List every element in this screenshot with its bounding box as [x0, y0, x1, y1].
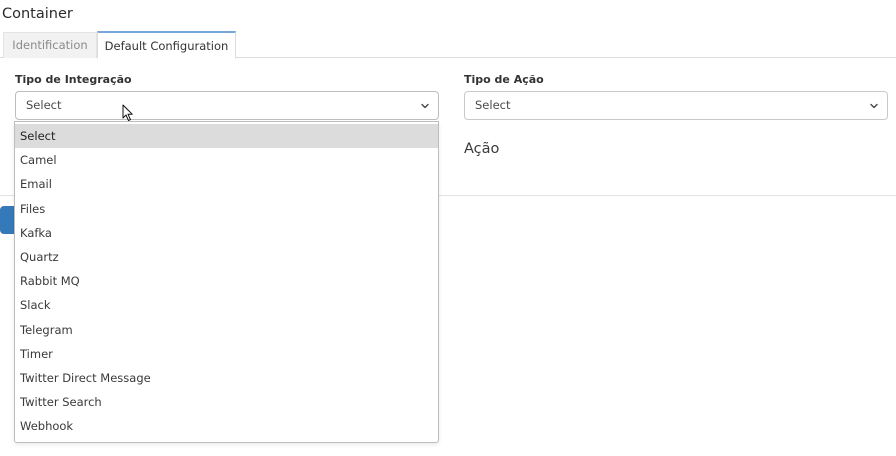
- dropdown-option[interactable]: Telegram: [15, 318, 438, 342]
- dropdown-option[interactable]: Select: [15, 124, 438, 149]
- tipo-acao-select[interactable]: Select: [464, 91, 888, 120]
- dropdown-option[interactable]: Rabbit MQ: [15, 269, 438, 293]
- dropdown-option[interactable]: Kafka: [15, 221, 438, 245]
- tipo-integracao-select-value: Select: [26, 98, 62, 112]
- tipo-acao-select-value: Select: [475, 98, 511, 112]
- tab-identification[interactable]: Identification: [3, 32, 97, 58]
- dropdown-option[interactable]: Twitter Direct Message: [15, 366, 438, 390]
- dropdown-option[interactable]: Timer: [15, 342, 438, 366]
- tab-default-configuration[interactable]: Default Configuration: [97, 31, 236, 59]
- tipo-integracao-label: Tipo de Integração: [15, 73, 132, 86]
- dropdown-option[interactable]: Webhook: [15, 414, 438, 438]
- page-title: Container: [2, 6, 73, 22]
- tab-bar: Identification Default Configuration: [0, 30, 896, 59]
- tipo-integracao-select[interactable]: Select: [15, 91, 439, 120]
- dropdown-option[interactable]: Quartz: [15, 245, 438, 269]
- tipo-acao-label: Tipo de Ação: [464, 73, 544, 86]
- dropdown-option[interactable]: Files: [15, 197, 438, 221]
- mouse-cursor-icon: [122, 104, 133, 121]
- dropdown-option[interactable]: Twitter Search: [15, 390, 438, 414]
- dropdown-option[interactable]: Slack: [15, 293, 438, 317]
- chevron-down-icon: [870, 103, 878, 109]
- dropdown-option[interactable]: Camel: [15, 148, 438, 172]
- chevron-down-icon: [421, 103, 429, 109]
- dropdown-option[interactable]: Email: [15, 172, 438, 196]
- tipo-integracao-dropdown-list[interactable]: Select Camel Email Files Kafka Quartz Rabbit M…: [14, 121, 439, 443]
- acao-section-heading: Ação: [464, 141, 500, 157]
